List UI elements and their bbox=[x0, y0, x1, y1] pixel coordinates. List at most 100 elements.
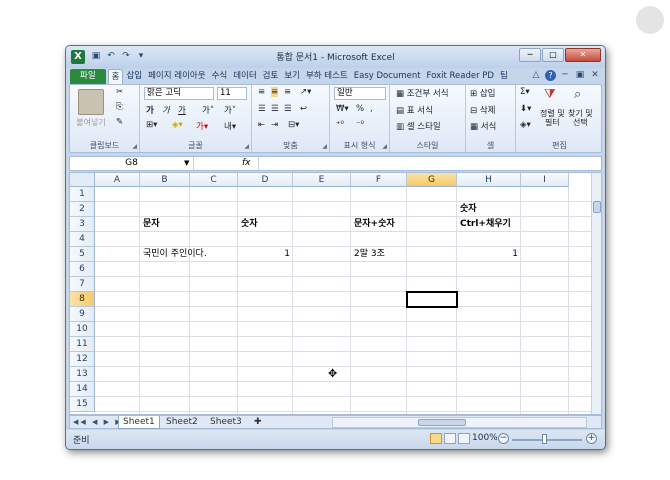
merge-center-icon[interactable]: ⊟▾ bbox=[288, 120, 299, 130]
minimize-button[interactable]: ─ bbox=[519, 48, 541, 62]
sheet-tab-1[interactable]: Sheet1 bbox=[118, 416, 160, 429]
font-launcher-icon[interactable]: ◢ bbox=[244, 143, 249, 150]
row-header-13[interactable]: 13 bbox=[70, 367, 95, 382]
column-header-e[interactable]: E bbox=[293, 173, 351, 187]
align-top-icon[interactable]: ≡ bbox=[258, 87, 265, 97]
row-header-6[interactable]: 6 bbox=[70, 262, 95, 277]
cell-d5[interactable]: 1 bbox=[238, 247, 293, 262]
align-middle-icon[interactable]: ≡ bbox=[271, 87, 279, 97]
fill-color-icon[interactable]: ◈▾ bbox=[172, 120, 183, 130]
cell-d3[interactable]: 숫자 bbox=[238, 217, 261, 232]
tab-review[interactable]: 검토 bbox=[260, 69, 282, 84]
sheet-tab-3[interactable]: Sheet3 bbox=[206, 416, 246, 429]
comma-button[interactable]: , bbox=[370, 104, 373, 114]
row-header-14[interactable]: 14 bbox=[70, 382, 95, 397]
orientation-icon[interactable]: ↗▾ bbox=[300, 87, 311, 97]
row-header-1[interactable]: 1 bbox=[70, 187, 95, 202]
italic-button[interactable]: 가 bbox=[162, 104, 170, 116]
cell-b5[interactable]: 국민이 주인이다. bbox=[140, 247, 210, 262]
cell-h3[interactable]: Ctrl+채우기 bbox=[457, 217, 514, 232]
clipboard-launcher-icon[interactable]: ◢ bbox=[132, 143, 137, 150]
row-header-2[interactable]: 2 bbox=[70, 202, 95, 217]
cell-b3[interactable]: 문자 bbox=[140, 217, 163, 232]
zoom-slider-thumb[interactable] bbox=[542, 434, 547, 444]
tab-easy-document[interactable]: Easy Document bbox=[351, 69, 424, 84]
autosum-icon[interactable]: Σ▾ bbox=[520, 87, 530, 97]
font-color-icon[interactable]: 가▾ bbox=[196, 120, 208, 132]
border-icon[interactable]: ⊞▾ bbox=[146, 120, 157, 130]
tab-view[interactable]: 보기 bbox=[281, 69, 303, 84]
conditional-format-button[interactable]: ▦ 조건부 서식 bbox=[396, 87, 449, 99]
wrap-text-icon[interactable]: ↩ bbox=[300, 104, 307, 114]
align-center-icon[interactable]: ☰ bbox=[271, 104, 279, 114]
help-icon[interactable]: ? bbox=[545, 70, 556, 81]
close-button[interactable]: ✕ bbox=[565, 48, 601, 62]
percent-button[interactable]: % bbox=[356, 104, 364, 114]
maximize-button[interactable]: □ bbox=[542, 48, 564, 62]
find-select-button[interactable]: 찾기 및 선택 bbox=[568, 109, 593, 127]
minimize-ribbon-icon[interactable]: △ bbox=[530, 70, 542, 81]
column-header-i[interactable]: I bbox=[521, 173, 569, 187]
align-left-icon[interactable]: ☰ bbox=[258, 104, 266, 114]
zoom-slider[interactable] bbox=[512, 439, 582, 441]
name-box-dropdown-icon[interactable]: ▼ bbox=[184, 157, 189, 170]
decrease-indent-icon[interactable]: ⇤ bbox=[258, 120, 265, 130]
tab-team[interactable]: 팀 bbox=[497, 69, 511, 84]
grow-font-icon[interactable]: 가˄ bbox=[202, 104, 214, 116]
format-cells-button[interactable]: ▦ 서식 bbox=[470, 120, 496, 132]
tab-file[interactable]: 파일 bbox=[70, 69, 106, 84]
doc-restore-icon[interactable]: ▣ bbox=[574, 70, 586, 81]
increase-indent-icon[interactable]: ⇥ bbox=[271, 120, 278, 130]
page-break-view-icon[interactable] bbox=[458, 433, 470, 444]
shrink-font-icon[interactable]: 가˅ bbox=[224, 104, 236, 116]
tab-page-layout[interactable]: 페이지 레이아웃 bbox=[145, 69, 208, 84]
align-right-icon[interactable]: ☰ bbox=[284, 104, 292, 114]
column-header-f[interactable]: F bbox=[351, 173, 407, 187]
row-header-15[interactable]: 15 bbox=[70, 397, 95, 412]
tab-formulas[interactable]: 수식 bbox=[209, 69, 231, 84]
tab-home[interactable]: 홈 bbox=[107, 69, 124, 84]
sort-filter-button[interactable]: 정렬 및 필터 bbox=[540, 109, 565, 127]
row-header-8[interactable]: 8 bbox=[70, 292, 95, 307]
alignment-launcher-icon[interactable]: ◢ bbox=[322, 143, 327, 150]
vertical-scroll-thumb[interactable] bbox=[593, 201, 601, 213]
increase-decimal-icon[interactable]: ⁺⁰ bbox=[336, 120, 344, 130]
zoom-out-icon[interactable]: − bbox=[498, 433, 509, 444]
horizontal-scroll-thumb[interactable] bbox=[418, 419, 466, 426]
worksheet-grid[interactable]: ABCDEFGHI 1 2 3 4 5 6 7 8 9 10 11 12 13 14 15 숫자 문자 숫자 문자… bbox=[69, 172, 602, 415]
row-header-4[interactable]: 4 bbox=[70, 232, 95, 247]
normal-view-icon[interactable] bbox=[430, 433, 442, 444]
select-all-button[interactable] bbox=[70, 173, 95, 187]
fill-icon[interactable]: ⬇▾ bbox=[520, 104, 531, 114]
number-format-select[interactable]: 일반 bbox=[334, 87, 386, 100]
row-header-9[interactable]: 9 bbox=[70, 307, 95, 322]
row-header-7[interactable]: 7 bbox=[70, 277, 95, 292]
font-size-select[interactable]: 11 bbox=[217, 87, 247, 100]
column-header-g[interactable]: G bbox=[407, 173, 457, 187]
format-table-button[interactable]: ▤ 표 서식 bbox=[396, 104, 433, 116]
paste-label[interactable]: 붙여넣기 bbox=[70, 117, 112, 128]
row-header-12[interactable]: 12 bbox=[70, 352, 95, 367]
doc-close-icon[interactable]: ✕ bbox=[589, 70, 601, 81]
copy-icon[interactable]: ⎘ bbox=[116, 102, 123, 112]
name-box[interactable]: G8 bbox=[70, 157, 194, 170]
row-header-5[interactable]: 5 bbox=[70, 247, 95, 262]
row-header-10[interactable]: 10 bbox=[70, 322, 95, 337]
active-cell-selection[interactable] bbox=[406, 291, 458, 308]
cut-icon[interactable]: ✂ bbox=[116, 87, 123, 97]
format-painter-icon[interactable]: ✎ bbox=[116, 117, 123, 127]
cell-h2[interactable]: 숫자 bbox=[457, 202, 480, 217]
column-header-h[interactable]: H bbox=[457, 173, 521, 187]
column-header-a[interactable]: A bbox=[95, 173, 140, 187]
insert-sheet-icon[interactable]: ✚ bbox=[250, 416, 266, 429]
row-header-3[interactable]: 3 bbox=[70, 217, 95, 232]
currency-icon[interactable]: ₩▾ bbox=[336, 104, 349, 114]
column-header-d[interactable]: D bbox=[238, 173, 293, 187]
sheet-tab-2[interactable]: Sheet2 bbox=[162, 416, 202, 429]
bold-button[interactable]: 가 bbox=[146, 104, 154, 116]
vertical-scrollbar[interactable] bbox=[591, 173, 601, 414]
tab-data[interactable]: 데이터 bbox=[230, 69, 259, 84]
tab-insert[interactable]: 삽입 bbox=[123, 69, 145, 84]
zoom-level[interactable]: 100% bbox=[472, 433, 498, 443]
font-name-select[interactable]: 맑은 고딕 bbox=[144, 87, 214, 100]
